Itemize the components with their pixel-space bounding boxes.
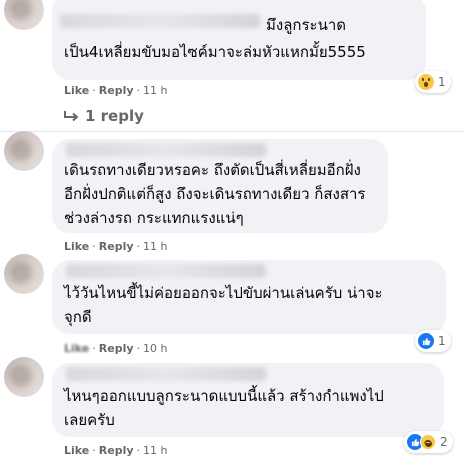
comment-text: เดินรถทางเดียวหรอคะ ถึงตัดเป็นสี่เหลี่ยม… <box>64 161 361 179</box>
avatar[interactable] <box>4 357 44 397</box>
comment-bubble: ไว้วันไหนขี้ไม่ค่อยออกจะไปขับผ่านเล่นครั… <box>52 260 446 334</box>
comment-bubble: ไหนๆออกแบบลูกระนาดแบบนี้แล้ว สร้างกำแพงไ… <box>52 363 444 437</box>
reply-button[interactable]: Reply <box>99 240 134 254</box>
haha-reaction-icon <box>420 434 436 450</box>
comment-text: ไว้วันไหนขี้ไม่ค่อยออกจะไปขับผ่านเล่นครั… <box>64 284 383 302</box>
comment-text: เป็น4เหลี่ยมขับมอไซค์มาจะล่มหัวแหกมั้ย55… <box>64 43 366 61</box>
timestamp[interactable]: 10 h <box>143 342 167 356</box>
like-button[interactable]: Like <box>64 240 89 254</box>
blurred-author-name[interactable] <box>66 264 266 278</box>
blurred-author-name[interactable] <box>66 367 266 381</box>
reply-button[interactable]: Reply <box>99 84 134 98</box>
timestamp[interactable]: 11 h <box>143 84 167 98</box>
like-button[interactable]: Like <box>64 444 89 458</box>
comment-text: มึงลูกระนาด <box>266 16 347 34</box>
avatar[interactable] <box>4 254 44 294</box>
comment-actions: Like · Reply · 11 h <box>64 240 168 254</box>
reaction-summary[interactable]: 1 <box>415 330 451 352</box>
comment-text: จุกดี <box>64 308 92 326</box>
reaction-count: 2 <box>440 435 448 449</box>
comment-actions: Like · Reply · 11 h <box>64 444 168 458</box>
blurred-author-name[interactable] <box>66 143 266 157</box>
replies-count-label: 1 reply <box>85 107 144 125</box>
timestamp[interactable]: 11 h <box>143 240 167 254</box>
comment-actions: Like · Reply · 11 h <box>64 84 168 98</box>
comment-text: อีกฝั่งปกติแต่ก็สูง ถึงจะเดินรถทางเดียว … <box>64 185 366 203</box>
reaction-summary[interactable]: 2 <box>404 431 453 453</box>
reply-arrow-icon <box>64 111 78 122</box>
view-replies-button[interactable]: 1 reply <box>64 106 144 126</box>
wow-reaction-icon <box>418 74 434 90</box>
comment-text: ช่วงล่างรถ กระแทกแรงแน่ๆ <box>64 209 244 227</box>
reaction-count: 1 <box>438 334 446 348</box>
divider <box>0 131 464 132</box>
comment-bubble: มึงลูกระนาด เป็น4เหลี่ยมขับมอไซค์มาจะล่ม… <box>52 0 426 80</box>
avatar[interactable] <box>4 131 44 171</box>
reaction-count: 1 <box>438 75 446 89</box>
comment-text: ไหนๆออกแบบลูกระนาดแบบนี้แล้ว สร้างกำแพงไ… <box>64 387 384 405</box>
comment-bubble: เดินรถทางเดียวหรอคะ ถึงตัดเป็นสี่เหลี่ยม… <box>52 139 388 233</box>
reaction-summary[interactable]: 1 <box>415 71 451 93</box>
like-button[interactable]: Like <box>64 342 89 356</box>
reply-button[interactable]: Reply <box>99 342 134 356</box>
blurred-author-name[interactable] <box>60 14 260 28</box>
like-button[interactable]: Like <box>64 84 89 98</box>
like-reaction-icon <box>418 333 434 349</box>
avatar[interactable] <box>4 0 44 30</box>
reply-button[interactable]: Reply <box>99 444 134 458</box>
comment-actions: Like · Reply · 10 h <box>64 342 168 356</box>
timestamp[interactable]: 11 h <box>143 444 167 458</box>
comment-text: เลยครับ <box>64 411 115 429</box>
